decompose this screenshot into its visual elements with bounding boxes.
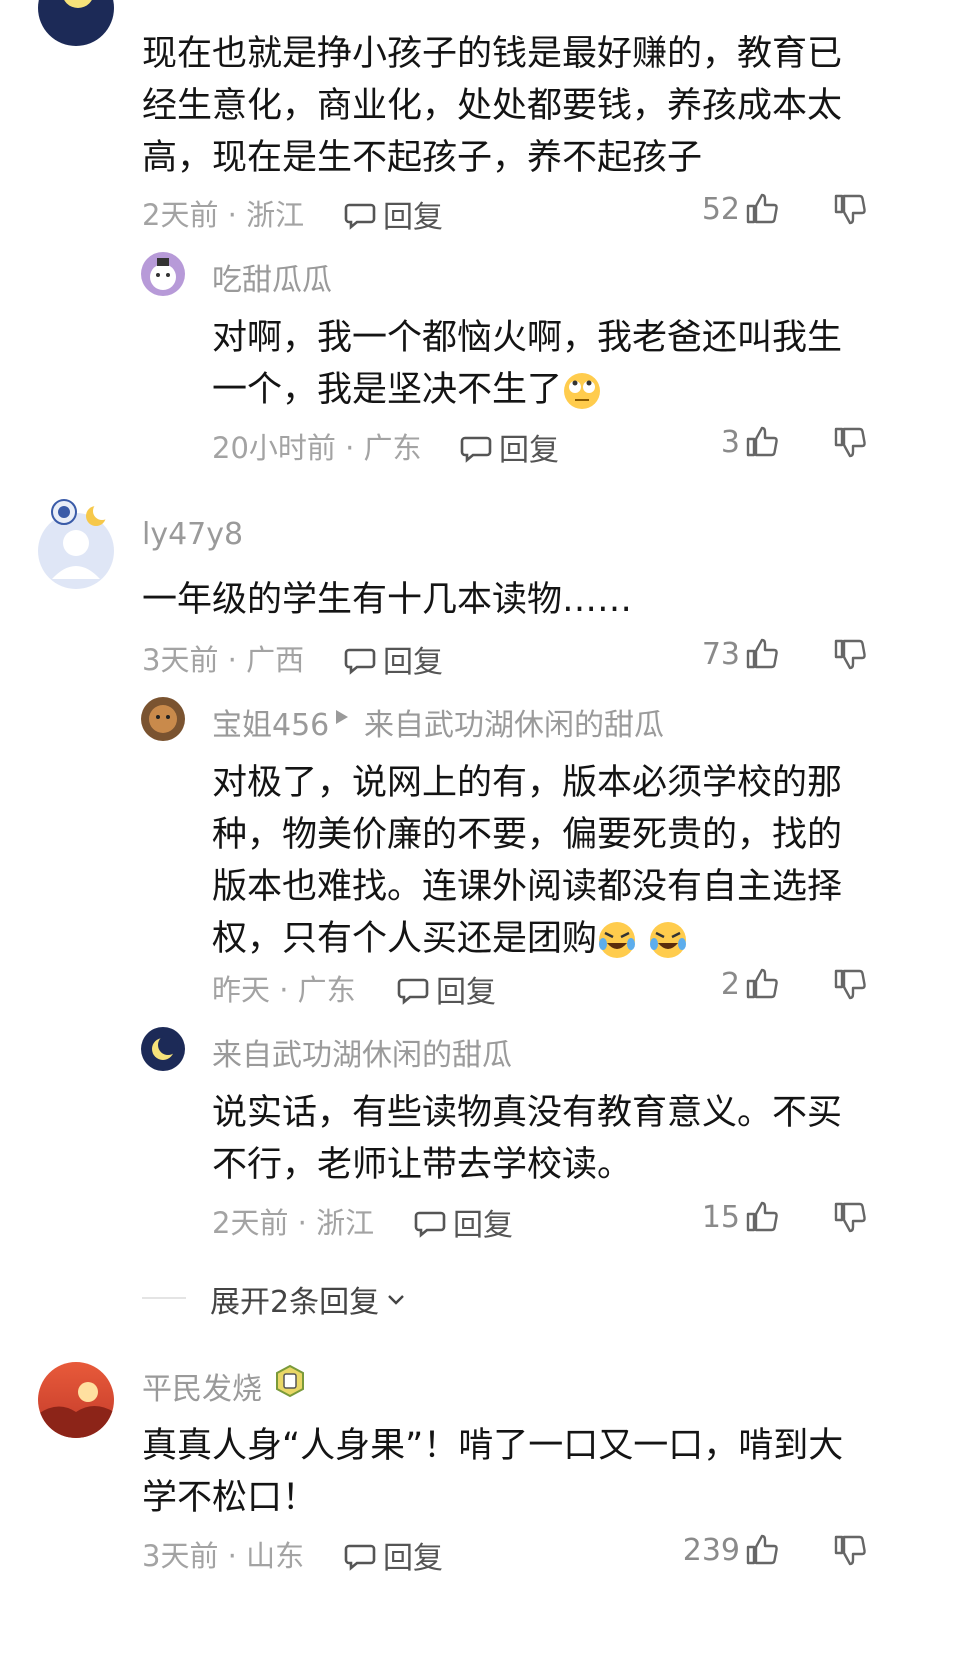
username[interactable]: 来自武功湖休闲的甜瓜	[212, 1030, 512, 1074]
like-count: 52	[701, 192, 740, 227]
like-count: 2	[720, 967, 740, 1002]
thumbs-up-icon[interactable]	[744, 423, 780, 459]
expand-label: 展开2条回复	[210, 1285, 380, 1320]
moon-avatar-icon	[64, 0, 92, 8]
thumbs-down-icon[interactable]	[832, 967, 868, 1003]
expand-replies-button[interactable]: 展开2条回复	[210, 1277, 407, 1321]
comment-bubble-icon	[413, 1205, 447, 1239]
crying-laughing-emoji-icon	[599, 922, 636, 958]
comment-meta: 2天前 · 浙江	[212, 1206, 375, 1240]
eye-roll-emoji-icon	[564, 373, 601, 409]
comment-text: 现在也就是挣小孩子的钱是最好赚的，教育已经生意化，商业化，处处都要钱，养孩成本太…	[142, 34, 843, 178]
reply-button[interactable]: 回复	[459, 425, 559, 469]
comment-text: 一年级的学生有十几本读物……	[142, 580, 633, 620]
comment-meta: 3天前 · 广西	[142, 643, 305, 677]
reply-label: 回复	[383, 645, 443, 680]
comment-bubble-icon	[343, 197, 377, 231]
reply-button[interactable]: 回复	[343, 637, 443, 681]
reply-to-username[interactable]: 来自武功湖休闲的甜瓜	[364, 700, 664, 744]
comment-meta: 20小时前 · 广东	[212, 431, 422, 465]
thumbs-up-icon[interactable]	[744, 965, 780, 1001]
moon-avatar-icon	[152, 1035, 178, 1060]
reply-label: 回复	[453, 1208, 513, 1243]
reply-button[interactable]: 回复	[396, 967, 496, 1011]
username[interactable]: 吃甜瓜瓜	[212, 255, 332, 299]
like-count: 3	[720, 425, 740, 460]
reply-button[interactable]: 回复	[413, 1200, 513, 1244]
comment-meta: 2天前 · 浙江	[142, 198, 305, 232]
thumbs-down-icon[interactable]	[832, 192, 868, 228]
triangle-right-icon	[334, 708, 350, 730]
reply-label: 回复	[436, 975, 496, 1010]
avatar[interactable]	[141, 697, 185, 741]
photo-avatar-icon	[149, 705, 177, 733]
comment-meta: 3天前 · 山东	[142, 1539, 305, 1573]
reply-label: 回复	[383, 1541, 443, 1576]
avatar[interactable]	[38, 0, 114, 46]
chevron-down-icon	[385, 1288, 407, 1310]
thumbs-down-icon[interactable]	[832, 1533, 868, 1569]
level-badge-icon	[274, 1364, 306, 1402]
crying-laughing-emoji-icon	[650, 922, 687, 958]
comment-bubble-icon	[459, 430, 493, 464]
reply-label: 回复	[499, 433, 559, 468]
reply-button[interactable]: 回复	[343, 192, 443, 236]
avatar[interactable]	[141, 1027, 185, 1071]
reply-label: 回复	[383, 200, 443, 235]
cat-avatar-icon	[150, 258, 176, 290]
avatar[interactable]	[141, 252, 185, 296]
comment-bubble-icon	[343, 1538, 377, 1572]
thumbs-down-icon[interactable]	[832, 425, 868, 461]
comment-text-content: 对啊，我一个都恼火啊，我老爸还叫我生一个，我是坚决不生了	[212, 318, 843, 410]
username[interactable]: ly47y8	[142, 517, 243, 552]
like-count: 239	[682, 1533, 740, 1568]
like-count: 15	[701, 1200, 740, 1235]
comment-text: 说实话，有些读物真没有教育意义。不买不行，老师让带去学校读。	[212, 1093, 843, 1185]
comment-text: 对啊，我一个都恼火啊，我老爸还叫我生一个，我是坚决不生了	[212, 312, 862, 416]
comment-bubble-icon	[396, 972, 430, 1006]
thumbs-down-icon[interactable]	[832, 1200, 868, 1236]
astronaut-decoration-icon	[40, 494, 120, 536]
comment-meta: 昨天 · 广东	[212, 973, 356, 1007]
reply-button[interactable]: 回复	[343, 1533, 443, 1577]
thumbs-up-icon[interactable]	[744, 190, 780, 226]
username[interactable]: 平民发烧	[142, 1364, 262, 1408]
thumbs-down-icon[interactable]	[832, 637, 868, 673]
like-count: 73	[701, 637, 740, 672]
comment-bubble-icon	[343, 642, 377, 676]
thumbs-up-icon[interactable]	[744, 635, 780, 671]
comment-text: 对极了，说网上的有，版本必须学校的那种，物美价廉的不要，偏要死贵的，找的版本也难…	[212, 757, 862, 965]
comment-text-content: 对极了，说网上的有，版本必须学校的那种，物美价廉的不要，偏要死贵的，找的版本也难…	[212, 763, 843, 959]
comment-text: 真真人身“人身果”！啃了一口又一口，啃到大学不松口！	[142, 1426, 844, 1518]
thumbs-up-icon[interactable]	[744, 1531, 780, 1567]
thumbs-up-icon[interactable]	[744, 1198, 780, 1234]
sunset-avatar-icon	[38, 1382, 114, 1438]
username[interactable]: 宝姐456	[212, 700, 329, 744]
avatar[interactable]	[38, 1362, 114, 1438]
expand-divider	[142, 1297, 186, 1299]
